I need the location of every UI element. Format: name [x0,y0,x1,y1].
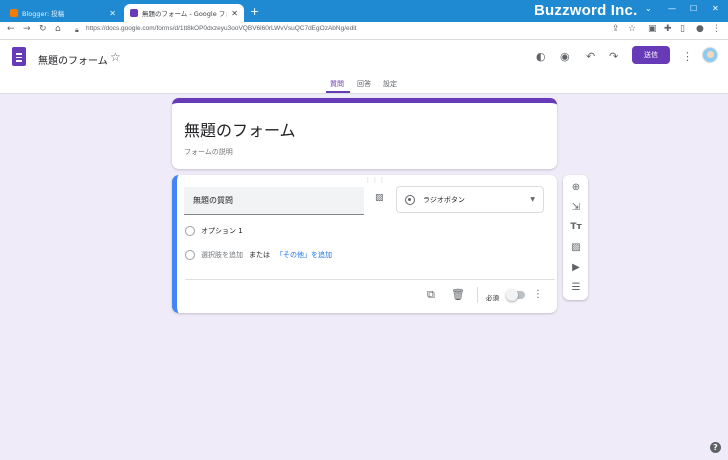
radio-button-icon [405,194,415,205]
form-title-input[interactable]: 無題のフォーム [184,117,296,141]
profile-icon[interactable]: ● [696,24,704,34]
drag-handle-icon[interactable]: ⋮⋮⋮ [365,177,386,184]
required-toggle[interactable] [506,289,525,301]
send-button[interactable]: 送信 [632,46,670,64]
divider [185,279,555,280]
form-tabs: 質問 回答 設定 [0,79,728,94]
tab-questions[interactable]: 質問 [330,79,344,89]
help-icon[interactable]: ? [710,442,721,453]
plus-icon[interactable]: + [250,5,259,18]
side-toolbar: ⊕ ⇲ Tт ▨ ▶ ☰ [563,175,588,300]
star-icon[interactable]: ☆ [110,50,121,64]
add-video-icon[interactable]: ▶ [570,262,582,273]
add-title-icon[interactable]: Tт [570,222,582,232]
browser-tab-strip: Blogger: 投稿 ✕ 無題のフォーム - Google フォーム ✕ + … [0,0,728,22]
tab-title: 無題のフォーム - Google フォーム [142,10,227,18]
maximize-icon[interactable]: ☐ [690,4,697,13]
add-image-icon[interactable]: ▨ [570,242,582,253]
more-vert-icon[interactable]: ⋮ [533,289,543,300]
add-image-icon[interactable]: ▨ [375,193,384,203]
chevron-down-icon: ▼ [530,196,535,203]
menu-icon[interactable]: ⋮ [712,24,721,34]
reload-icon[interactable]: ↻ [39,24,47,34]
option-row: オプション 1 [185,226,243,236]
browser-tab-forms[interactable]: 無題のフォーム - Google フォーム ✕ [124,4,244,22]
or-text: または [249,251,270,259]
brand-watermark: Buzzword Inc. [534,2,638,19]
redo-icon[interactable]: ↷ [609,50,618,63]
radio-circle-icon [185,250,195,260]
google-forms-icon[interactable] [12,47,26,66]
question-title-input[interactable]: 無題の質問 [184,187,364,215]
bookmark-star-icon[interactable]: ☆ [628,24,636,34]
more-vert-icon[interactable]: ⋮ [682,50,693,63]
divider [477,287,478,303]
browser-tab-blogger[interactable]: Blogger: 投稿 ✕ [4,4,122,22]
home-icon[interactable]: ⌂ [55,24,61,34]
option-label[interactable]: オプション 1 [201,226,243,236]
undo-icon[interactable]: ↶ [586,50,595,63]
delete-trash-icon[interactable]: 🗑︎ [451,288,465,301]
active-tab-indicator [326,91,350,93]
add-option-row: 選択肢を追加 または 「その他」を追加 [185,250,332,260]
palette-icon[interactable]: ◐ [536,50,546,63]
tab-responses[interactable]: 回答 [357,79,371,89]
window-close-icon[interactable]: ✕ [712,4,719,13]
address-bar[interactable]: https://docs.google.com/forms/d/1tt8kOP0… [86,25,357,32]
question-type-select[interactable]: ラジオボタン ▼ [396,186,544,213]
add-option-link[interactable]: 選択肢を追加 [201,250,243,260]
form-description-input[interactable]: フォームの説明 [184,147,233,157]
share-icon[interactable]: ⇪ [612,24,620,34]
chevron-down-icon[interactable]: ⌄ [645,4,652,13]
question-type-label: ラジオボタン [423,195,465,204]
blogger-favicon-icon [10,9,18,17]
puzzle-icon[interactable]: ✚ [664,24,672,34]
document-title[interactable]: 無題のフォーム [38,52,108,67]
preview-eye-icon[interactable]: ◉ [560,50,570,63]
tab-settings[interactable]: 設定 [383,79,397,89]
add-question-icon[interactable]: ⊕ [570,182,582,193]
lock-icon[interactable]: 🔒︎ [75,26,79,35]
close-icon[interactable]: ✕ [231,9,238,18]
tab-title: Blogger: 投稿 [22,10,65,18]
close-icon[interactable]: ✕ [109,9,116,18]
question-card[interactable]: ⋮⋮⋮ 無題の質問 ▨ ラジオボタン ▼ オプション 1 選択肢を追加 または … [172,175,557,313]
import-questions-icon[interactable]: ⇲ [570,202,582,213]
forward-icon[interactable]: → [23,24,31,34]
extension-icon[interactable]: ▣ [648,24,657,34]
forms-header: 無題のフォーム ☆ ◐ ◉ ↶ ↷ 送信 ⋮ 質問 回答 設定 [0,40,728,94]
forms-favicon-icon [130,9,138,17]
duplicate-icon[interactable]: ⧉ [427,288,435,302]
form-title-card: 無題のフォーム フォームの説明 [172,98,557,169]
avatar[interactable] [702,47,718,63]
minimize-icon[interactable]: — [668,4,676,13]
add-section-icon[interactable]: ☰ [570,282,582,293]
back-icon[interactable]: ← [7,24,15,34]
sidepanel-icon[interactable]: ▯ [680,24,685,34]
browser-toolbar: ← → ↻ ⌂ 🔒︎ https://docs.google.com/forms… [0,22,728,40]
required-label: 必須 [486,294,499,302]
radio-circle-icon [185,226,195,236]
add-other-link[interactable]: 「その他」を追加 [276,250,332,260]
